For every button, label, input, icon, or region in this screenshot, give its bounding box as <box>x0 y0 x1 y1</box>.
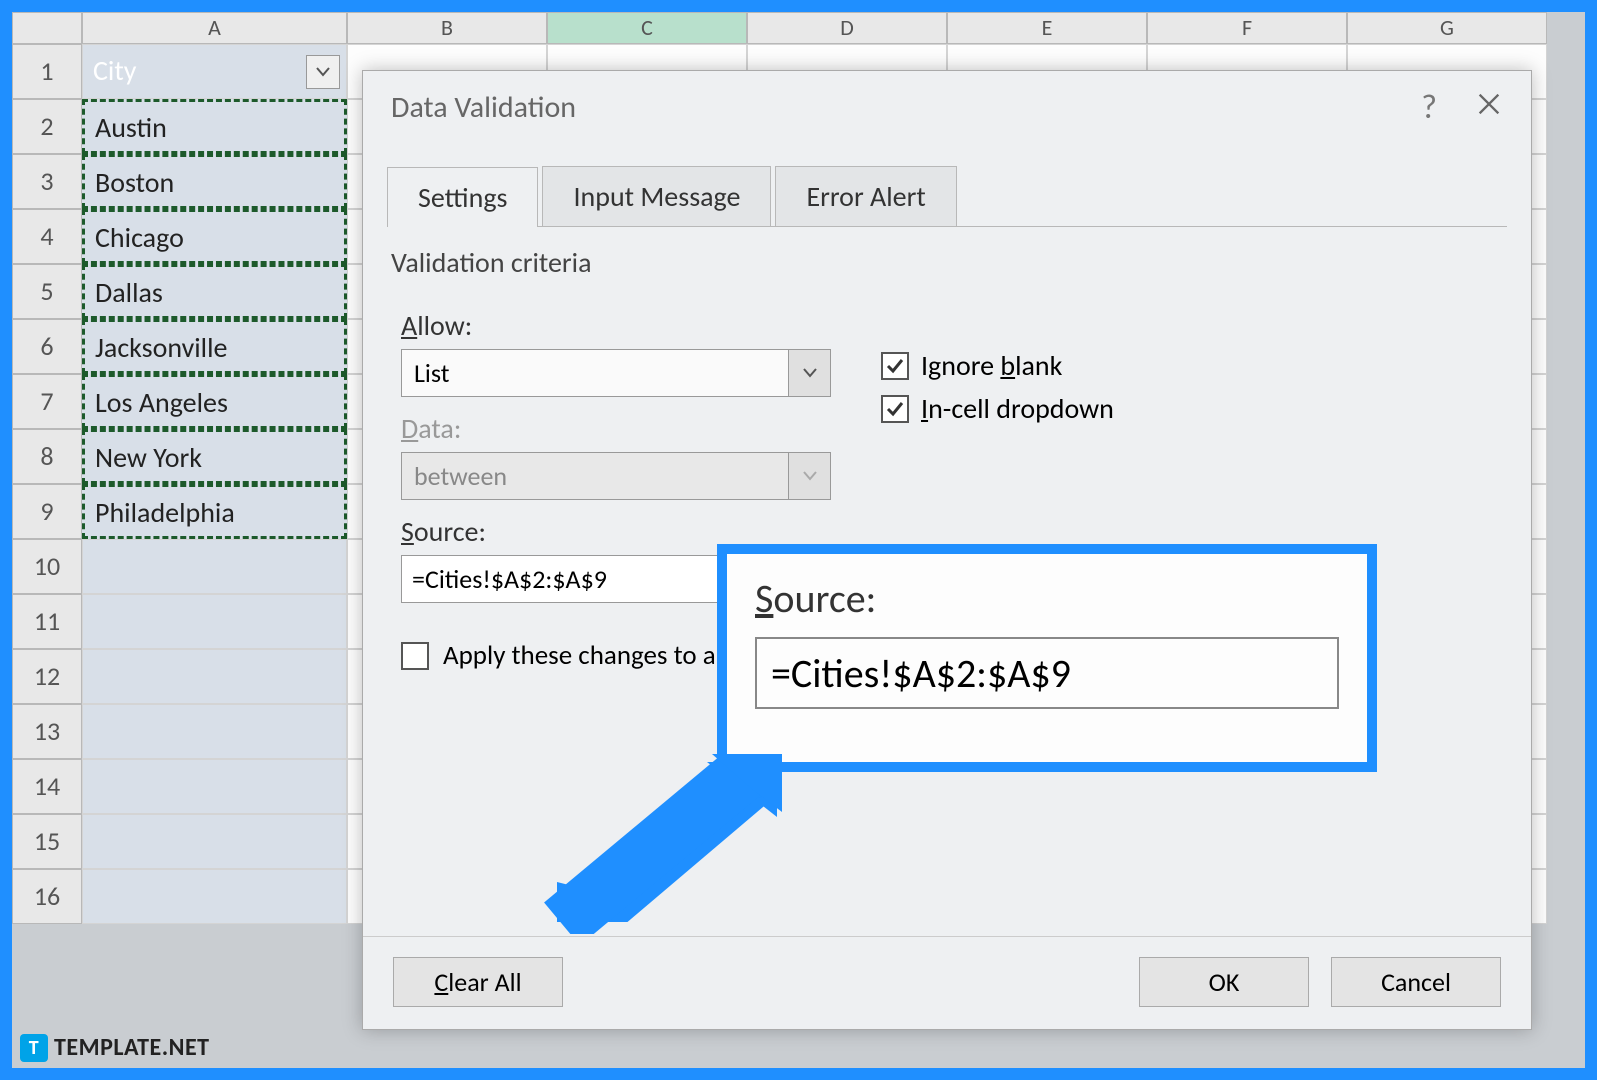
close-button[interactable] <box>1475 87 1503 128</box>
cell-A15[interactable] <box>82 814 347 869</box>
data-label: Data: <box>401 411 831 446</box>
source-callout: Source: =Cities!$A$2:$A$9 <box>717 544 1377 772</box>
cell-A13[interactable] <box>82 704 347 759</box>
row-header-10[interactable]: 10 <box>12 539 82 594</box>
ignore-blank-label: Ignore blank <box>921 348 1062 383</box>
row-header-13[interactable]: 13 <box>12 704 82 759</box>
col-header-A[interactable]: A <box>82 12 347 44</box>
cell-A1[interactable]: City <box>82 44 347 99</box>
chevron-down-icon <box>788 453 830 499</box>
row-header-12[interactable]: 12 <box>12 649 82 704</box>
row-header-15[interactable]: 15 <box>12 814 82 869</box>
row-header-11[interactable]: 11 <box>12 594 82 649</box>
row-header-7[interactable]: 7 <box>12 374 82 429</box>
row-header-3[interactable]: 3 <box>12 154 82 209</box>
chevron-down-icon[interactable] <box>788 350 830 396</box>
dialog-title: Data Validation <box>391 89 576 126</box>
row-header-16[interactable]: 16 <box>12 869 82 924</box>
source-input[interactable]: =Cities!$A$2:$A$9 <box>401 555 721 603</box>
filter-dropdown-button[interactable] <box>306 55 340 89</box>
col-header-C[interactable]: C <box>547 12 747 44</box>
cell-A7[interactable]: Los Angeles <box>82 374 347 429</box>
col-header-G[interactable]: G <box>1347 12 1547 44</box>
row-header-8[interactable]: 8 <box>12 429 82 484</box>
cell-A11[interactable] <box>82 594 347 649</box>
ok-button[interactable]: OK <box>1139 957 1309 1007</box>
allow-value: List <box>402 357 788 389</box>
select-all-corner[interactable] <box>12 12 82 44</box>
cell-A12[interactable] <box>82 649 347 704</box>
row-header-2[interactable]: 2 <box>12 99 82 154</box>
allow-dropdown[interactable]: List <box>401 349 831 397</box>
watermark: T TEMPLATE.NET <box>20 1033 210 1062</box>
col-header-D[interactable]: D <box>747 12 947 44</box>
cell-A4[interactable]: Chicago <box>82 209 347 264</box>
callout-source-label: Source: <box>755 574 1339 623</box>
cell-A16[interactable] <box>82 869 347 924</box>
cell-A6[interactable]: Jacksonville <box>82 319 347 374</box>
col-header-E[interactable]: E <box>947 12 1147 44</box>
row-header-4[interactable]: 4 <box>12 209 82 264</box>
row-header-5[interactable]: 5 <box>12 264 82 319</box>
clear-all-button[interactable]: Clear All <box>393 957 563 1007</box>
check-icon <box>885 399 905 419</box>
incell-dropdown-label: In-cell dropdown <box>921 391 1114 426</box>
data-value: between <box>402 460 788 492</box>
cell-A5[interactable]: Dallas <box>82 264 347 319</box>
col-header-B[interactable]: B <box>347 12 547 44</box>
tab-settings[interactable]: Settings <box>387 167 538 227</box>
apply-all-checkbox[interactable] <box>401 642 429 670</box>
row-header-9[interactable]: 9 <box>12 484 82 539</box>
cell-A2[interactable]: Austin <box>82 99 347 154</box>
row-header-14[interactable]: 14 <box>12 759 82 814</box>
tab-input-message[interactable]: Input Message <box>542 166 771 226</box>
row-header-6[interactable]: 6 <box>12 319 82 374</box>
callout-source-value: =Cities!$A$2:$A$9 <box>755 637 1339 709</box>
watermark-text: TEMPLATE.NET <box>54 1033 210 1062</box>
cell-A3[interactable]: Boston <box>82 154 347 209</box>
ignore-blank-checkbox[interactable] <box>881 352 909 380</box>
allow-label: Allow: <box>401 308 831 343</box>
cell-A9[interactable]: Philadelphia <box>82 484 347 539</box>
row-header-1[interactable]: 1 <box>12 44 82 99</box>
cell-A10[interactable] <box>82 539 347 594</box>
incell-dropdown-checkbox[interactable] <box>881 395 909 423</box>
arrow-annotation-icon <box>542 754 782 934</box>
check-icon <box>885 356 905 376</box>
tab-error-alert[interactable]: Error Alert <box>775 166 956 226</box>
cell-A8[interactable]: New York <box>82 429 347 484</box>
col-header-F[interactable]: F <box>1147 12 1347 44</box>
data-dropdown: between <box>401 452 831 500</box>
validation-criteria-label: Validation criteria <box>391 245 1531 280</box>
help-button[interactable]: ? <box>1421 87 1437 128</box>
template-logo-icon: T <box>20 1034 48 1062</box>
cell-A14[interactable] <box>82 759 347 814</box>
close-icon <box>1475 90 1503 118</box>
cancel-button[interactable]: Cancel <box>1331 957 1501 1007</box>
